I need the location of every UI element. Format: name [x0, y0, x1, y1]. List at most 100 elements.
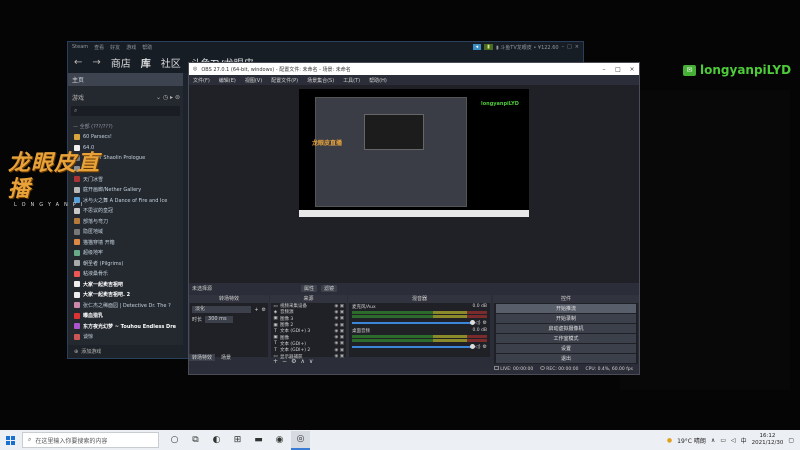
steam-menu-item[interactable]: 帮助: [142, 44, 152, 51]
visibility-lock-icons[interactable]: ◉ ▣: [334, 348, 346, 353]
obs-menu-item[interactable]: 帮助(H): [369, 77, 387, 84]
obs-menu-item[interactable]: 工具(T): [343, 77, 360, 84]
game-list-item[interactable]: 大家一起卖吉祖吧: [68, 279, 183, 290]
game-icon: [74, 333, 80, 340]
taskbar-search[interactable]: ⌕ 在这里输入你要搜索的内容: [22, 432, 159, 448]
game-list-item[interactable]: 粘液桑骨乐: [68, 269, 183, 280]
nav-library[interactable]: 库: [141, 55, 151, 70]
weather-text[interactable]: 19°C 晴朗: [677, 436, 706, 445]
transition-select[interactable]: 淡化: [192, 306, 252, 313]
volume-slider[interactable]: [352, 344, 475, 349]
close-icon[interactable]: ×: [575, 44, 579, 50]
account-status[interactable]: ▮ 斗鱼TV龙眼皮 • ¥122.60: [496, 44, 559, 51]
obs-menu-item[interactable]: 编辑(E): [219, 77, 236, 84]
volume-slider[interactable]: [352, 320, 475, 325]
minimize-icon[interactable]: –: [597, 66, 611, 73]
control-button[interactable]: 退出: [496, 354, 636, 363]
filter-icons[interactable]: ⌄ ◷ ▸ ⊜: [156, 94, 180, 101]
mixer-body: 麦克风/Aux 0.0 dB ◁) ⚙ 桌面音频 0.0 dB ◁) ⚙: [349, 303, 490, 357]
ime-indicator[interactable]: 中: [741, 436, 747, 445]
add-game-button[interactable]: ⊕ 添加游戏: [68, 345, 183, 358]
library-category[interactable]: — 全部 (???/???): [68, 118, 183, 132]
visibility-lock-icons[interactable]: ◉ ▣: [334, 316, 346, 321]
duration-input[interactable]: 300 ms: [205, 316, 234, 323]
properties-button[interactable]: 属性: [301, 285, 318, 292]
start-button[interactable]: [0, 430, 20, 450]
visibility-lock-icons[interactable]: ◉ ▣: [334, 310, 346, 315]
broadcast-icon[interactable]: ◂: [472, 44, 482, 50]
preview-canvas[interactable]: 龙眼皮直播 longyanpiLYD: [299, 89, 529, 217]
obs-menu-item[interactable]: 文件(F): [193, 77, 210, 84]
filters-button[interactable]: 滤镜: [321, 285, 338, 292]
edge-icon[interactable]: ◐: [207, 431, 226, 450]
steam-menu-item[interactable]: Steam: [72, 44, 88, 50]
game-list-item[interactable]: 东方夜光幻梦 ~ Touhou Endless Dre: [68, 321, 183, 332]
forward-arrow-icon[interactable]: →: [92, 57, 100, 68]
maximize-icon[interactable]: □: [567, 44, 572, 50]
source-item[interactable]: T 文本 (GDI+) 2 ◉ ▣: [271, 347, 346, 354]
obs-icon[interactable]: ◎: [291, 430, 310, 450]
visibility-lock-icons[interactable]: ◉ ▣: [334, 341, 346, 346]
maximize-icon[interactable]: □: [611, 66, 625, 73]
visibility-lock-icons[interactable]: ◉ ▣: [334, 329, 346, 334]
visibility-lock-icons[interactable]: ◉ ▣: [334, 335, 346, 340]
visibility-lock-icons[interactable]: ◉ ▣: [334, 304, 346, 309]
game-list-item[interactable]: 猫猫穿墙 开箱: [68, 237, 183, 248]
tab-transitions[interactable]: 转场特效: [189, 354, 216, 361]
control-button[interactable]: 开始录制: [496, 314, 636, 323]
notification-icon[interactable]: ▢: [788, 437, 794, 444]
nav-community[interactable]: 社区: [161, 55, 181, 70]
tray-expand-icon[interactable]: ∧: [711, 437, 715, 444]
speaker-icon[interactable]: ◁): [475, 320, 481, 326]
weather-icon[interactable]: ●: [667, 437, 672, 444]
gear-icon[interactable]: ⚙: [483, 344, 487, 350]
network-icon[interactable]: ▭: [720, 437, 726, 444]
nested-logo: 龙眼皮直播: [312, 140, 343, 147]
control-button[interactable]: 开始推流: [496, 304, 636, 313]
volume-icon[interactable]: ◁: [731, 437, 736, 444]
add-transition-icon[interactable]: +: [254, 307, 258, 313]
game-list-item[interactable]: 朝圣者 (Pilgrims): [68, 258, 183, 269]
cortana-icon[interactable]: ○: [165, 431, 184, 450]
visibility-lock-icons[interactable]: ◉ ▣: [334, 323, 346, 328]
tab-scenes[interactable]: 场景: [218, 354, 234, 361]
library-home[interactable]: 主页: [68, 73, 183, 86]
clock[interactable]: 16:12 2021/12/30: [752, 433, 784, 447]
store-icon[interactable]: ⊞: [228, 431, 247, 450]
explorer-icon[interactable]: ▬: [249, 431, 268, 450]
task-view-icon[interactable]: ⧉: [186, 431, 205, 450]
obs-menu-item[interactable]: 场景集合(S): [307, 77, 334, 84]
filter-label[interactable]: 游戏: [72, 93, 84, 102]
steam-menu-item[interactable]: 好友: [110, 44, 120, 51]
game-list-item[interactable]: 60 Parsecs!: [68, 132, 183, 143]
game-list-item[interactable]: 超级地牢: [68, 248, 183, 259]
control-button[interactable]: 设置: [496, 344, 636, 353]
game-list-item[interactable]: 部落与弯刀: [68, 216, 183, 227]
game-icon: [74, 218, 80, 225]
game-list-item[interactable]: 曝血猎乳: [68, 311, 183, 322]
volume-slider-knob[interactable]: [469, 344, 475, 349]
speaker-icon[interactable]: ◁): [475, 344, 481, 350]
game-list-item[interactable]: 张仁杰之稀面园 | Detective Dr. The ?: [68, 300, 183, 311]
control-button[interactable]: 启动虚拟摄像机: [496, 324, 636, 333]
close-icon[interactable]: ×: [625, 66, 639, 73]
minimize-icon[interactable]: –: [562, 44, 565, 50]
library-search-input[interactable]: ⌕: [71, 106, 180, 116]
source-item[interactable]: T 文本 (GDI+) 3 ◉ ▣: [271, 328, 346, 335]
obs-menu-item[interactable]: 视图(V): [245, 77, 262, 84]
gear-icon[interactable]: ⚙: [483, 320, 487, 326]
control-button[interactable]: 工作室模式: [496, 334, 636, 343]
game-list-item[interactable]: 隐匿地域: [68, 227, 183, 238]
volume-slider-knob[interactable]: [469, 320, 475, 325]
steam-icon[interactable]: ◉: [270, 431, 289, 450]
obs-menu-item[interactable]: 配置文件(P): [271, 77, 298, 84]
obs-preview[interactable]: 龙眼皮直播 longyanpiLYD: [189, 85, 639, 283]
nav-store[interactable]: 商店: [111, 55, 131, 70]
notification-icon[interactable]: ▮: [484, 44, 493, 50]
back-arrow-icon[interactable]: ←: [74, 57, 82, 68]
steam-menu-item[interactable]: 游戏: [126, 44, 136, 51]
game-list-item[interactable]: 大家一起卖吉祖吧. 2: [68, 290, 183, 301]
steam-menu-item[interactable]: 查看: [94, 44, 104, 51]
gear-icon[interactable]: ⚙: [262, 307, 266, 313]
game-list-item[interactable]: 谈惊: [68, 332, 183, 343]
